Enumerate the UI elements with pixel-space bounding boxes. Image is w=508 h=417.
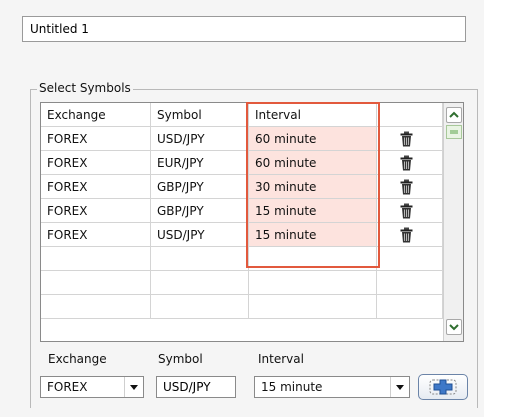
cell-empty[interactable] [249,247,377,271]
table-row[interactable]: FOREX USD/JPY 15 minute [41,223,443,247]
select-symbols-legend: Select Symbols [37,81,133,95]
cell-interval[interactable]: 60 minute [249,127,377,151]
chevron-down-icon [449,324,459,331]
table-row[interactable]: FOREX USD/JPY 60 minute [41,127,443,151]
table-row[interactable]: FOREX EUR/JPY 60 minute [41,151,443,175]
grip-icon [450,130,458,134]
trash-icon [400,227,413,243]
cell-empty [377,247,443,271]
table-header-row: Exchange Symbol Interval [41,103,443,127]
document-title-input[interactable] [22,16,466,42]
exchange-dropdown-button[interactable] [124,377,143,397]
cell-exchange[interactable]: FOREX [41,199,151,223]
exchange-dropdown[interactable]: FOREX [40,376,144,398]
cell-empty[interactable] [249,295,377,319]
cell-symbol[interactable]: USD/JPY [151,127,249,151]
cell-symbol[interactable]: GBP/JPY [151,199,249,223]
caret-down-icon [130,385,138,390]
cell-empty[interactable] [41,295,151,319]
symbols-table: Exchange Symbol Interval FOREX USD/JPY 60 … [40,102,464,342]
cell-exchange[interactable]: FOREX [41,151,151,175]
cell-interval[interactable]: 15 minute [249,199,377,223]
symbol-input[interactable] [156,376,236,398]
trash-icon [400,179,413,195]
trash-icon [400,155,413,171]
delete-row-button[interactable] [377,175,443,199]
table-vertical-scrollbar[interactable] [443,103,463,341]
cell-interval[interactable]: 60 minute [249,151,377,175]
interval-dropdown-value: 15 minute [261,380,323,394]
interval-dropdown[interactable]: 15 minute [254,376,410,398]
column-header-exchange[interactable]: Exchange [41,103,151,127]
interval-label: Interval [258,352,304,366]
empty-table-row[interactable] [41,271,443,295]
trash-icon [400,203,413,219]
cell-exchange[interactable]: FOREX [41,223,151,247]
cell-empty[interactable] [151,247,249,271]
delete-row-button[interactable] [377,151,443,175]
exchange-dropdown-value: FOREX [47,380,88,394]
cell-symbol[interactable]: EUR/JPY [151,151,249,175]
trash-icon [400,131,413,147]
empty-table-row[interactable] [41,247,443,271]
column-header-symbol[interactable]: Symbol [151,103,249,127]
cell-empty [377,295,443,319]
delete-row-button[interactable] [377,127,443,151]
cell-symbol[interactable]: USD/JPY [151,223,249,247]
cell-interval[interactable]: 15 minute [249,223,377,247]
table-row[interactable]: FOREX GBP/JPY 15 minute [41,199,443,223]
chevron-up-icon [449,111,459,118]
caret-down-icon [396,385,404,390]
exchange-label: Exchange [48,352,107,366]
cell-empty[interactable] [41,247,151,271]
add-symbol-button[interactable] [418,374,468,400]
delete-row-button[interactable] [377,199,443,223]
table-row[interactable]: FOREX GBP/JPY 30 minute [41,175,443,199]
delete-row-button[interactable] [377,223,443,247]
cell-empty[interactable] [41,271,151,295]
cell-empty[interactable] [249,271,377,295]
scroll-up-button[interactable] [446,107,462,123]
scroll-thumb[interactable] [446,125,462,139]
column-header-actions [377,103,443,127]
cell-empty[interactable] [151,295,249,319]
cell-exchange[interactable]: FOREX [41,175,151,199]
empty-table-row[interactable] [41,295,443,319]
interval-dropdown-button[interactable] [390,377,409,397]
scroll-down-button[interactable] [446,319,462,335]
right-strip [484,0,508,417]
cell-symbol[interactable]: GBP/JPY [151,175,249,199]
cell-empty [377,271,443,295]
plus-icon [429,379,457,395]
cell-interval[interactable]: 30 minute [249,175,377,199]
cell-exchange[interactable]: FOREX [41,127,151,151]
cell-empty[interactable] [151,271,249,295]
column-header-interval[interactable]: Interval [249,103,377,127]
symbol-label: Symbol [158,352,203,366]
